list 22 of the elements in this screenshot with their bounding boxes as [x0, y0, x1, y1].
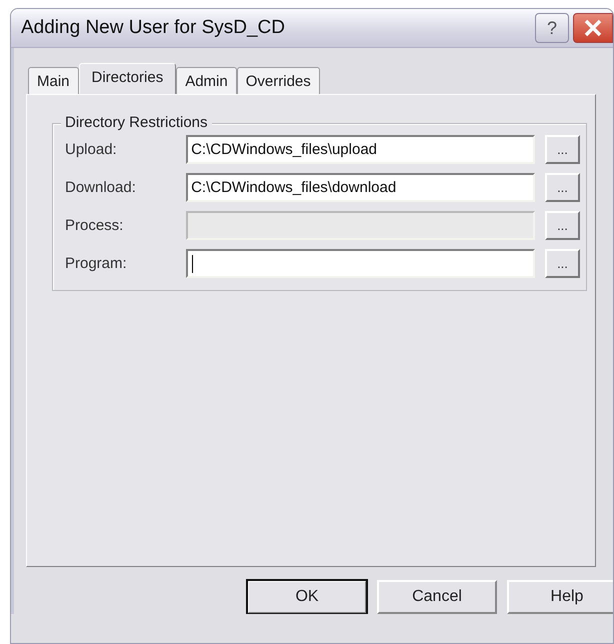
help-button[interactable]: ? [535, 13, 569, 43]
input-field[interactable]: C:\CDWindows_files\download [186, 172, 535, 202]
dialog-button[interactable]: Help [507, 580, 613, 614]
dialog-button[interactable]: OK [247, 580, 367, 614]
group-title: Directory Restrictions [61, 114, 212, 131]
tab[interactable]: Admin [176, 67, 237, 94]
tab[interactable]: Directories [78, 63, 176, 95]
field-label: Download: [65, 178, 137, 196]
tab[interactable]: Main [28, 67, 79, 94]
browse-button[interactable]: ... [544, 134, 580, 164]
window-title: Adding New User for SysD_CD [21, 17, 286, 39]
field-label: Upload: [65, 140, 118, 158]
field-label: Process: [65, 216, 124, 234]
field-label: Program: [65, 254, 128, 272]
dialog-button[interactable]: Cancel [377, 580, 497, 614]
tab[interactable]: Overrides [236, 67, 320, 94]
input-field[interactable]: C:\CDWindows_files\upload [186, 134, 535, 164]
browse-button[interactable]: ... [544, 248, 580, 278]
input-field[interactable] [186, 248, 535, 278]
browse-button[interactable]: ... [544, 172, 580, 202]
close-icon [582, 17, 604, 39]
close-button[interactable] [573, 13, 613, 43]
